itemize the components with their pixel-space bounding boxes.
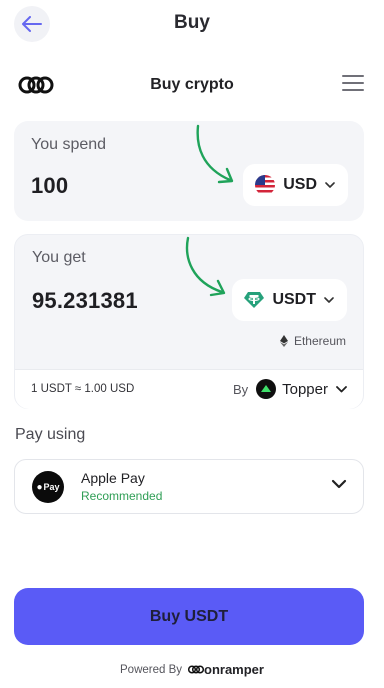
fiat-currency-selector[interactable]: USD [243,164,348,206]
provider-selector[interactable]: By Topper [233,379,347,399]
tether-icon [244,292,265,308]
widget-header: Buy crypto [0,68,384,104]
topper-icon [256,379,277,399]
crypto-currency-code: USDT [272,291,316,308]
exchange-rate: 1 USDT ≈ 1.00 USD [31,383,135,395]
top-bar: Buy [0,0,384,46]
chevron-down-icon [336,385,347,392]
receive-label: You get [32,249,86,266]
us-flag-icon [255,175,276,195]
payment-method-selector[interactable]: ● Pay Apple Pay Recommended [14,459,364,514]
chevron-down-icon [324,297,334,303]
payment-method-name: Apple Pay [81,470,145,486]
ethereum-icon [279,335,288,347]
spend-label: You spend [31,136,107,153]
buy-button[interactable]: Buy USDT [14,588,364,645]
recommended-badge: Recommended [81,489,163,503]
page-title: Buy [174,12,210,33]
provider-name: Topper [282,380,328,398]
receive-amount: 95.231381 [32,288,138,313]
chevron-down-icon [325,182,335,188]
network-label: Ethereum [279,334,346,348]
powered-by-text: Powered By [120,663,183,676]
apple-pay-icon: ● Pay [32,471,64,503]
powered-by: Powered By onramper [0,662,384,677]
hamburger-menu-icon[interactable] [342,75,364,93]
payment-section-label: Pay using [15,426,86,443]
chevron-down-icon [331,479,347,489]
network-name: Ethereum [293,334,346,348]
onramper-brand: onramper [188,662,264,677]
fiat-currency-code: USD [283,176,317,193]
widget-title: Buy crypto [150,76,234,93]
onramper-logo-icon [188,665,205,674]
brand-name: onramper [204,662,264,677]
provider-prefix: By [232,381,249,397]
crypto-currency-selector[interactable]: USDT [232,279,347,321]
annotation-arrow-icon [185,236,226,297]
quote-footer: 1 USDT ≈ 1.00 USD By Topper [15,369,363,409]
annotation-arrow-icon [196,124,234,184]
spend-amount-input[interactable]: 100 [31,173,68,199]
